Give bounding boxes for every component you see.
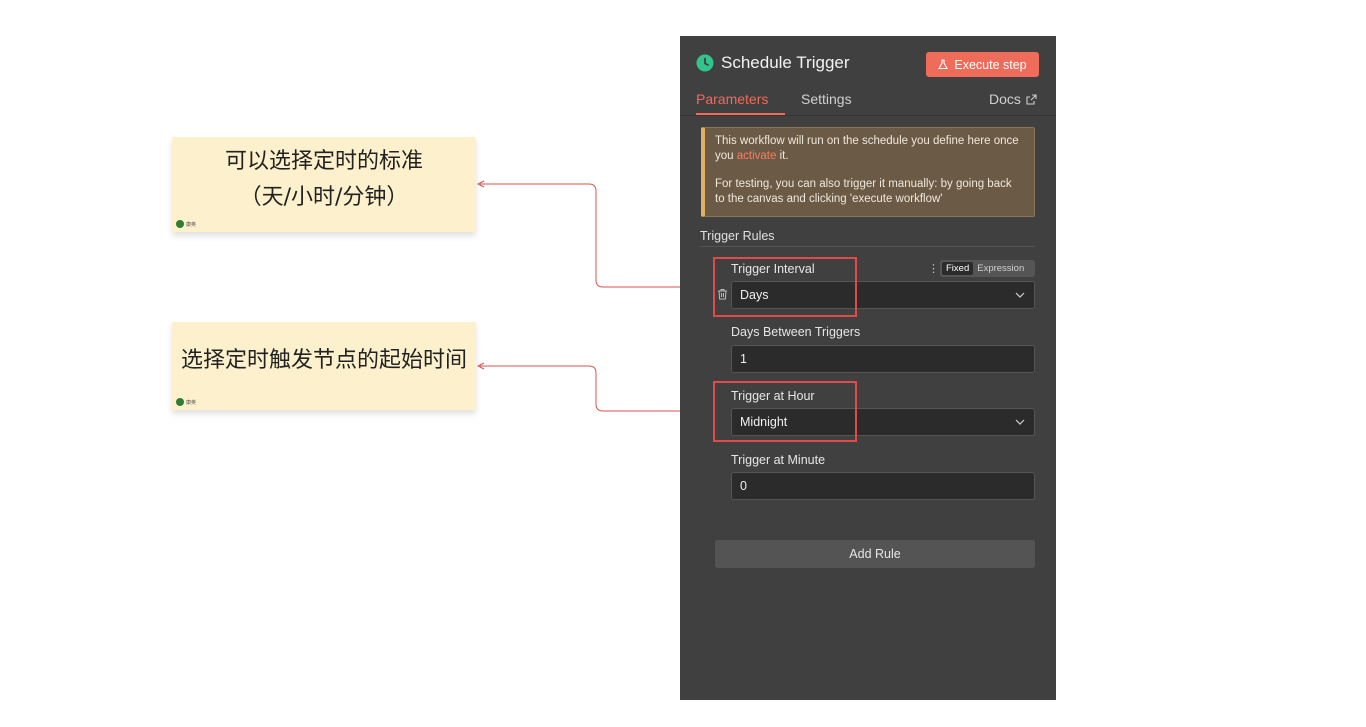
execute-step-label: Execute step: [954, 57, 1027, 72]
trigger-minute-label: Trigger at Minute: [731, 453, 826, 467]
fixed-option[interactable]: Fixed: [942, 262, 974, 275]
fixed-expression-toggle[interactable]: Fixed Expression: [940, 260, 1035, 277]
tab-docs[interactable]: Docs: [989, 91, 1037, 107]
highlight-trigger-interval: [713, 257, 857, 317]
connector-arrow-start-time: [480, 365, 713, 412]
trigger-minute-value: 0: [740, 479, 747, 493]
notice-text-1c: it.: [779, 149, 789, 162]
notice-text-2: For testing, you can also trigger it man…: [715, 178, 1012, 205]
tab-parameters[interactable]: Parameters: [696, 91, 768, 107]
note-text-line1: 可以选择定时的标准: [224, 149, 423, 174]
trigger-minute-input[interactable]: 0: [731, 472, 1035, 500]
note-author: 康英: [186, 399, 197, 406]
more-options-icon[interactable]: ⋮: [928, 262, 939, 275]
highlight-trigger-hour: [713, 381, 857, 442]
chevron-down-icon: [1015, 419, 1025, 425]
note-footer: 康英: [176, 220, 196, 228]
tab-settings[interactable]: Settings: [801, 91, 852, 107]
activate-link[interactable]: activate: [737, 150, 777, 162]
trigger-rules-heading: Trigger Rules: [700, 229, 775, 243]
add-rule-button[interactable]: Add Rule: [715, 540, 1035, 568]
annotation-note-start-time: 选择定时触发节点的起始时间 康英: [172, 322, 476, 410]
node-title: Schedule Trigger: [721, 53, 850, 72]
chevron-down-icon: [1015, 292, 1025, 298]
panel-header: Schedule Trigger Execute step: [680, 36, 1056, 88]
tab-docs-label: Docs: [989, 91, 1021, 107]
flask-icon: [938, 59, 949, 70]
arrowhead-icon: [476, 362, 485, 370]
panel-tabs: Parameters Settings Docs: [680, 88, 1056, 116]
expression-option[interactable]: Expression: [977, 263, 1024, 274]
note-author: 康英: [186, 221, 197, 228]
author-avatar-icon: [176, 398, 184, 406]
external-link-icon: [1026, 93, 1037, 105]
section-divider: [700, 246, 1035, 247]
days-between-value: 1: [740, 352, 747, 366]
note-text-line2: （天/小时/分钟）: [239, 185, 409, 210]
clock-icon: [696, 54, 714, 72]
days-between-label: Days Between Triggers: [731, 325, 861, 339]
note-text-line1: 选择定时触发节点的起始时间: [180, 348, 467, 373]
activation-notice: This workflow will run on the schedule y…: [701, 127, 1035, 217]
tabs-divider: [680, 115, 1056, 116]
notice-text-1a: This workflow will run on the schedule y…: [715, 135, 991, 147]
author-avatar-icon: [176, 220, 184, 228]
connector-arrow-interval: [480, 183, 713, 288]
days-between-input[interactable]: 1: [731, 345, 1035, 373]
node-settings-panel: Schedule Trigger Execute step Parameters…: [680, 36, 1056, 700]
arrowhead-icon: [476, 180, 485, 188]
annotation-note-interval: 可以选择定时的标准 （天/小时/分钟） 康英: [172, 137, 476, 232]
execute-step-button[interactable]: Execute step: [926, 52, 1039, 77]
note-footer: 康英: [176, 398, 196, 406]
